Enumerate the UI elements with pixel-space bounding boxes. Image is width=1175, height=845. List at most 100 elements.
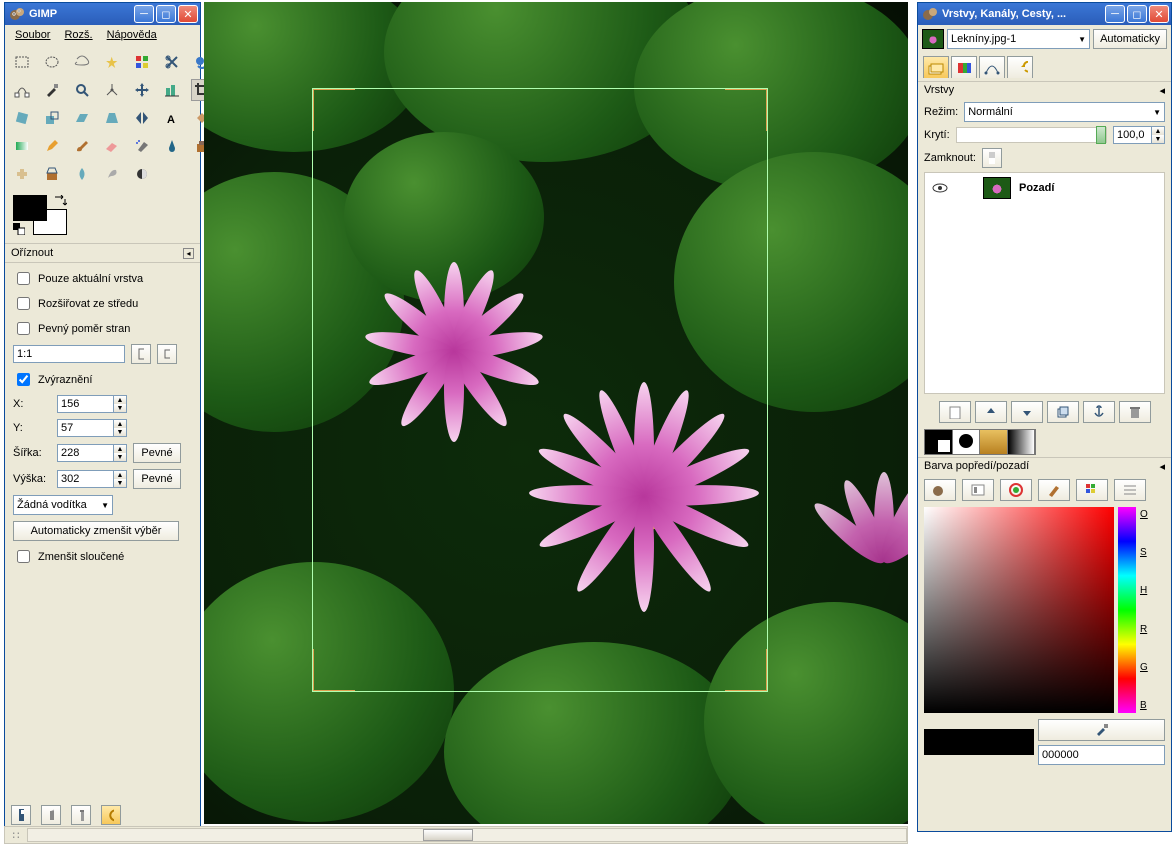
hue-letter[interactable]: R [1140,624,1148,635]
airbrush-tool[interactable] [131,135,153,157]
menu-help[interactable]: Nápověda [101,27,163,43]
opacity-input[interactable]: ▲▼ [1113,126,1165,144]
shrink-merged-checkbox[interactable]: Zmenšit sloučené [13,547,192,566]
current-layer-checkbox[interactable]: Pouze aktuální vrstva [13,269,192,288]
layers-menu-icon[interactable]: ◂ [1159,84,1165,97]
restore-options-button[interactable] [41,805,61,825]
rotate-tool[interactable] [11,107,33,129]
maximize-button[interactable]: ◻ [1127,5,1147,23]
swap-colors-icon[interactable] [53,195,67,207]
heal-tool[interactable] [11,163,33,185]
scales-tab-button[interactable] [1114,479,1146,501]
reset-options-button[interactable] [101,805,121,825]
dodge-burn-tool[interactable] [131,163,153,185]
flip-tool[interactable] [131,107,153,129]
color-select-tool[interactable] [131,51,153,73]
lasso-tool[interactable] [71,51,93,73]
hue-strip[interactable] [1118,507,1136,713]
height-fixed-button[interactable]: Pevné [133,469,181,489]
sv-gradient[interactable] [924,507,1114,713]
toolbox-titlebar[interactable]: GIMP ─ ◻ ✕ [5,3,200,25]
fixed-ratio-checkbox[interactable]: Pevný poměr stran [13,319,192,338]
fg-bg-color-widget[interactable] [13,195,67,235]
highlight-checkbox[interactable]: Zvýraznění [13,370,192,389]
measure-tool[interactable] [101,79,123,101]
crop-selection-box[interactable] [312,88,768,692]
ink-tool[interactable] [161,135,183,157]
fgbg-menu-icon[interactable]: ◂ [1159,460,1165,473]
ellipse-select-tool[interactable] [41,51,63,73]
fg-color-swatch[interactable] [13,195,47,221]
mode-select[interactable]: Normální▼ [964,102,1165,122]
hue-letter[interactable]: G [1140,662,1148,673]
width-fixed-button[interactable]: Pevné [133,443,181,463]
brushes-tab[interactable] [953,430,981,454]
crop-handle-br[interactable] [725,649,767,691]
crop-handle-tl[interactable] [313,89,355,131]
layer-item[interactable]: Pozadí [925,173,1164,203]
image-select[interactable]: Lekníny.jpg-1▼ [947,29,1090,49]
layer-name[interactable]: Pozadí [1019,182,1054,194]
tool-options-menu-icon[interactable]: ◂ [183,248,194,259]
lower-layer-button[interactable] [1011,401,1043,423]
crop-handle-bl[interactable] [313,649,355,691]
fgbg-tab[interactable] [925,430,953,454]
new-layer-button[interactable] [939,401,971,423]
auto-button[interactable]: Automaticky [1093,29,1167,49]
paths-tool[interactable] [11,79,33,101]
fuzzy-select-tool[interactable] [101,51,123,73]
x-input[interactable]: ▲▼ [57,395,127,413]
menu-file[interactable]: Soubor [9,27,56,43]
move-tool[interactable] [131,79,153,101]
visibility-eye-icon[interactable] [931,182,949,194]
cmyk-tab-button[interactable] [962,479,994,501]
width-input[interactable]: ▲▼ [57,444,127,462]
hex-output[interactable]: 000000 [1038,745,1165,765]
status-handle-icon[interactable]: ∷ [5,827,27,843]
eraser-tool[interactable] [101,135,123,157]
patterns-tab[interactable] [980,430,1008,454]
perspective-clone-tool[interactable] [41,163,63,185]
anchor-layer-button[interactable] [1083,401,1115,423]
current-color-swatch[interactable] [924,729,1034,755]
ratio-input[interactable] [13,345,125,363]
close-button[interactable]: ✕ [178,5,198,23]
scale-tool[interactable] [41,107,63,129]
palette-tab-button[interactable] [1076,479,1108,501]
blur-tool[interactable] [71,163,93,185]
default-colors-icon[interactable] [13,223,25,235]
y-input[interactable]: ▲▼ [57,419,127,437]
smudge-tool[interactable] [101,163,123,185]
status-scrollbar[interactable] [27,828,907,842]
raise-layer-button[interactable] [975,401,1007,423]
undo-tab[interactable] [1007,56,1033,78]
ratio-landscape-button[interactable] [157,344,177,364]
delete-options-button[interactable] [71,805,91,825]
save-options-button[interactable] [11,805,31,825]
paths-tab[interactable] [979,56,1005,78]
autoshrink-button[interactable]: Automaticky zmenšit výběr [13,521,179,541]
duplicate-layer-button[interactable] [1047,401,1079,423]
lock-alpha-button[interactable] [982,148,1002,168]
hue-letter[interactable]: H [1140,585,1148,596]
watercolor-tab-button[interactable] [1000,479,1032,501]
hue-letter[interactable]: B [1140,700,1148,711]
align-tool[interactable] [161,79,183,101]
shear-tool[interactable] [71,107,93,129]
text-tool[interactable]: A [161,107,183,129]
layer-list[interactable]: Pozadí [924,172,1165,394]
layers-tab[interactable] [923,56,949,78]
color-picker-tool[interactable] [41,79,63,101]
gimp-picker-button[interactable] [924,479,956,501]
delete-layer-button[interactable] [1119,401,1151,423]
channels-tab[interactable] [951,56,977,78]
rect-select-tool[interactable] [11,51,33,73]
gradients-tab[interactable] [1008,430,1036,454]
perspective-tool[interactable] [101,107,123,129]
opacity-slider[interactable] [956,127,1107,143]
close-button[interactable]: ✕ [1149,5,1169,23]
eyedropper-big-button[interactable] [1038,719,1165,741]
hue-letter[interactable]: O [1140,509,1148,520]
menu-ext[interactable]: Rozš. [58,27,98,43]
dock-titlebar[interactable]: Vrstvy, Kanály, Cesty, ... ─ ◻ ✕ [918,3,1171,25]
